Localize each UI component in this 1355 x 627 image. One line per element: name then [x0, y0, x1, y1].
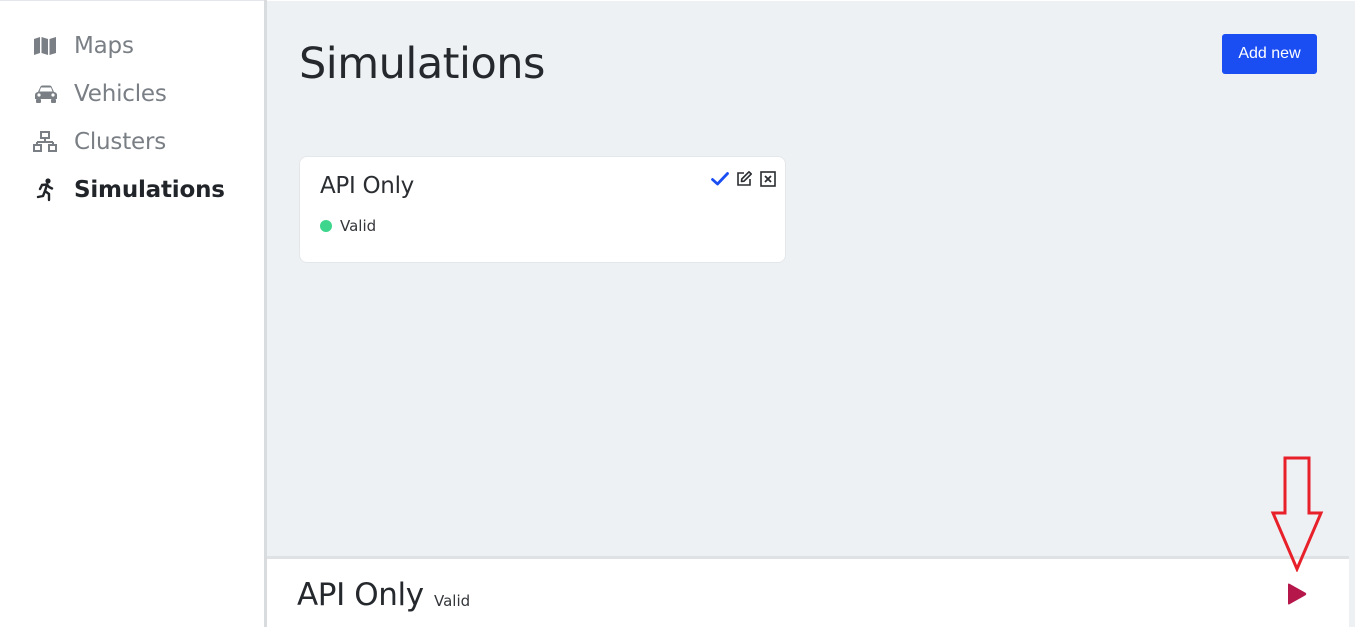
sidebar-item-label: Simulations [74, 177, 225, 203]
simulation-card[interactable]: API Only Valid [299, 156, 786, 263]
status-label: Valid [340, 217, 377, 235]
sidebar-item-label: Maps [74, 33, 134, 59]
card-actions [711, 170, 777, 188]
arrow-annotation-icon [1270, 456, 1324, 572]
sidebar: Maps Vehicles Clusters Simulations [0, 0, 264, 627]
sidebar-item-label: Vehicles [74, 81, 167, 107]
sidebar-item-maps[interactable]: Maps [33, 31, 134, 61]
sidebar-item-simulations[interactable]: Simulations [33, 175, 225, 205]
status-dot [320, 220, 332, 232]
selected-simulation-status: Valid [434, 592, 471, 610]
edit-icon[interactable] [735, 170, 753, 188]
sitemap-icon [33, 130, 59, 154]
play-icon[interactable] [1281, 579, 1311, 609]
selected-simulation-panel: API Only Valid [267, 556, 1349, 627]
card-title: API Only [320, 173, 414, 199]
sidebar-item-clusters[interactable]: Clusters [33, 127, 166, 157]
car-icon [33, 82, 59, 106]
selected-simulation-title: API Only [297, 577, 424, 613]
page-title: Simulations [299, 39, 545, 89]
check-icon[interactable] [711, 170, 729, 188]
sidebar-item-vehicles[interactable]: Vehicles [33, 79, 167, 109]
main-content: Simulations Add new API Only Valid [267, 1, 1355, 627]
sidebar-item-label: Clusters [74, 129, 167, 155]
map-icon [33, 34, 59, 58]
running-person-icon [33, 178, 59, 202]
close-box-icon[interactable] [759, 170, 777, 188]
card-status: Valid [320, 217, 376, 235]
add-new-button[interactable]: Add new [1222, 34, 1317, 74]
